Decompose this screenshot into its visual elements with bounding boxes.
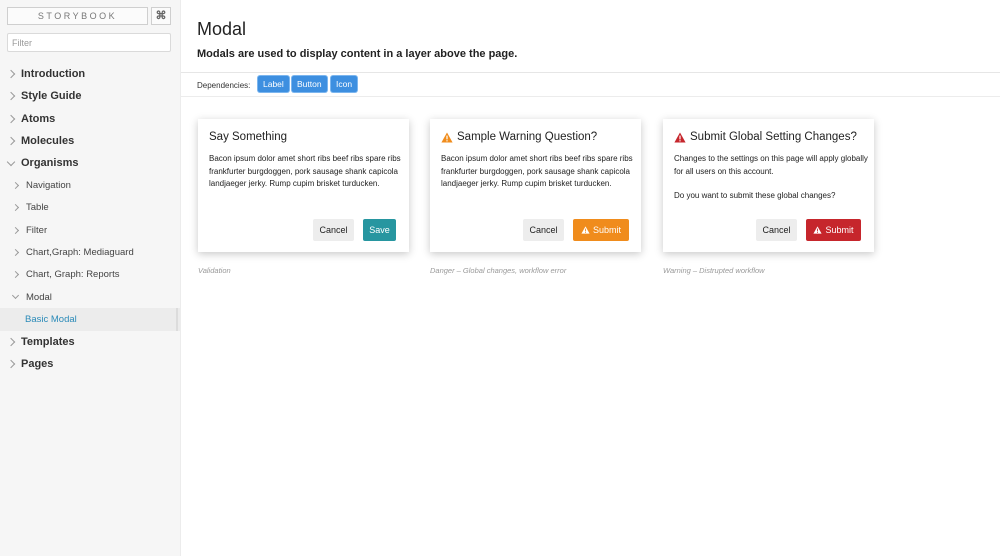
sidebar-item-basic-modal[interactable]: Basic Modal — [0, 308, 181, 331]
page-header: Modal Modals are used to display content… — [181, 0, 1000, 73]
sidebar-item-label: Filter — [26, 224, 48, 236]
sidebar-nav: Introduction Style Guide Atoms Molecules… — [0, 63, 181, 375]
modal-body: Changes to the settings on this page wil… — [674, 153, 868, 203]
chevron-down-icon — [11, 291, 20, 300]
submit-button-label: Submit — [592, 225, 621, 235]
sidebar-item-label: Chart,Graph: Mediaguard — [26, 247, 134, 259]
chevron-right-icon — [11, 248, 20, 257]
warning-icon — [813, 226, 823, 234]
cancel-button-label: Cancel — [529, 225, 558, 235]
modal-body-text: Changes to the settings on this page wil… — [674, 154, 868, 176]
sidebar-item-chart-mediaguard[interactable]: Chart,Graph: Mediaguard — [0, 241, 181, 263]
modal-title: Sample Warning Question? — [457, 131, 598, 143]
sidebar-item-label: Style Guide — [21, 90, 82, 103]
modal-body-text: Bacon ipsum dolor amet short ribs beef r… — [209, 154, 401, 188]
modal-title: Submit Global Setting Changes? — [690, 131, 857, 143]
sidebar-item-label: Navigation — [26, 180, 71, 192]
sidebar-item-chart-reports[interactable]: Chart, Graph: Reports — [0, 264, 181, 286]
modal-caption: Danger – Global changes, workflow error — [430, 266, 567, 275]
submit-button-label: Submit — [825, 225, 854, 235]
dependency-icon-button[interactable]: Icon — [331, 76, 358, 92]
sidebar-item-label: Atoms — [21, 112, 56, 125]
chevron-right-icon — [6, 92, 16, 101]
chevron-right-icon — [6, 136, 16, 146]
modal-title: Say Something — [209, 131, 287, 143]
submit-button[interactable]: Submit — [806, 219, 861, 241]
page-title: Modal — [197, 19, 247, 39]
chevron-right-icon — [11, 226, 20, 234]
cancel-button-label: Cancel — [762, 225, 791, 235]
sidebar: STORYBOOK ⌘ Introduction Style Guide Ato… — [0, 0, 181, 556]
page-subtitle: Modals are used to display content in a … — [197, 48, 518, 60]
sidebar-item-modal[interactable]: Modal — [0, 286, 181, 308]
sidebar-item-label: Table — [26, 202, 49, 214]
modal-body-text: Bacon ipsum dolor amet short ribs beef r… — [441, 154, 633, 188]
save-button[interactable]: Save — [363, 219, 396, 241]
modal-caption: Validation — [198, 266, 231, 275]
command-icon[interactable]: ⌘ — [151, 7, 171, 25]
sidebar-item-label: Pages — [21, 358, 54, 370]
storybook-brand-button[interactable]: STORYBOOK — [7, 7, 148, 25]
modal-title-row: Sample Warning Question? — [441, 131, 597, 143]
sidebar-item-label: Templates — [21, 335, 75, 348]
dependencies-bar: Dependencies: Label Button Icon — [181, 73, 1000, 97]
chevron-right-icon — [11, 271, 20, 279]
sidebar-item-introduction[interactable]: Introduction — [0, 63, 181, 85]
cancel-button[interactable]: Cancel — [313, 219, 354, 241]
cancel-button[interactable]: Cancel — [756, 219, 797, 241]
dependency-button-button[interactable]: Button — [292, 76, 327, 92]
sidebar-item-table[interactable]: Table — [0, 197, 181, 219]
filter-input[interactable] — [7, 33, 171, 52]
chevron-right-icon — [6, 359, 16, 369]
modal-body: Bacon ipsum dolor amet short ribs beef r… — [209, 153, 403, 191]
warning-icon — [441, 132, 453, 142]
warning-icon — [581, 226, 590, 234]
sidebar-item-navigation[interactable]: Navigation — [0, 174, 181, 196]
chevron-right-icon — [6, 114, 16, 123]
warning-icon — [674, 132, 686, 142]
dependencies-label: Dependencies: — [197, 81, 251, 90]
sidebar-item-label: Chart, Graph: Reports — [26, 269, 120, 281]
sidebar-item-filter[interactable]: Filter — [0, 219, 181, 241]
sidebar-item-molecules[interactable]: Molecules — [0, 130, 181, 152]
modal-body: Bacon ipsum dolor amet short ribs beef r… — [441, 153, 635, 191]
chevron-right-icon — [11, 204, 20, 212]
chevron-down-icon — [6, 157, 16, 167]
sidebar-item-organisms[interactable]: Organisms — [0, 152, 181, 174]
modal-say-something: Say Something Bacon ipsum dolor amet sho… — [198, 119, 409, 252]
modal-title-row: Submit Global Setting Changes? — [674, 131, 857, 143]
chevron-right-icon — [11, 182, 20, 190]
modal-sample-warning: Sample Warning Question? Bacon ipsum dol… — [430, 119, 641, 252]
modal-global-settings: Submit Global Setting Changes? Changes t… — [663, 119, 874, 252]
modal-body-question: Do you want to submit these global chang… — [674, 191, 836, 200]
chevron-right-icon — [6, 337, 16, 346]
sidebar-item-atoms[interactable]: Atoms — [0, 108, 181, 130]
chevron-right-icon — [6, 69, 16, 79]
cancel-button[interactable]: Cancel — [523, 219, 564, 241]
sidebar-item-label: Modal — [26, 291, 52, 303]
sidebar-item-label: Introduction — [21, 68, 86, 81]
submit-button[interactable]: Submit — [573, 219, 629, 241]
modal-caption: Warning – Distrupted workflow — [663, 266, 765, 275]
sidebar-header: STORYBOOK ⌘ — [7, 7, 171, 26]
sidebar-item-templates[interactable]: Templates — [0, 331, 181, 353]
sidebar-item-label: Molecules — [21, 135, 75, 148]
sidebar-item-style-guide[interactable]: Style Guide — [0, 85, 181, 107]
sidebar-item-pages[interactable]: Pages — [0, 353, 181, 375]
dependency-label-button[interactable]: Label — [258, 76, 289, 92]
sidebar-item-label: Organisms — [21, 157, 79, 170]
sidebar-item-label: Basic Modal — [25, 313, 77, 325]
